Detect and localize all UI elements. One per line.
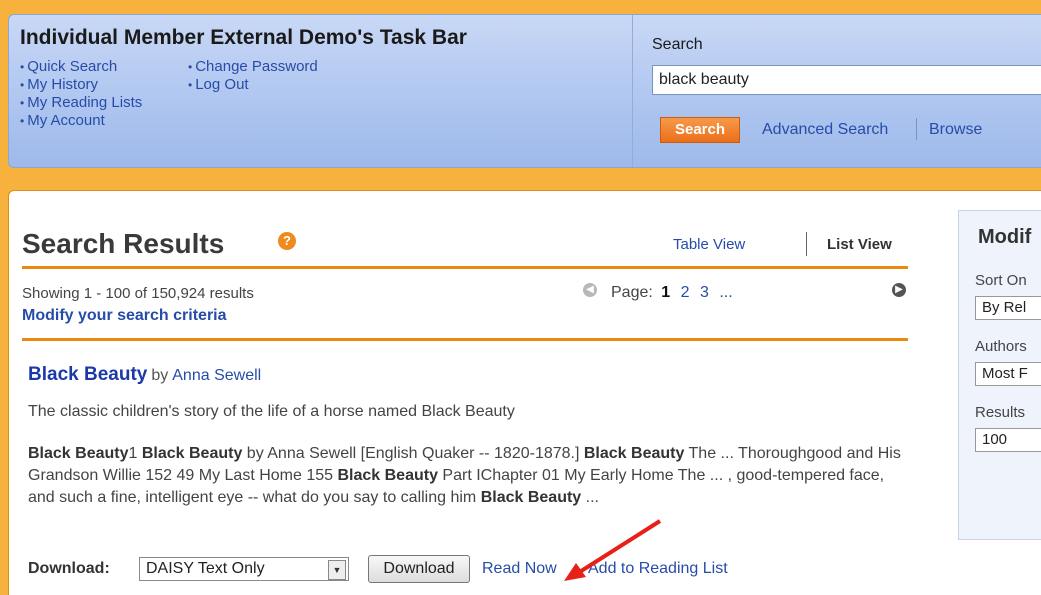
sort-label: Sort On [975, 272, 1027, 289]
result-excerpt: Black Beauty1 Black Beauty by Anna Sewel… [28, 443, 912, 509]
results-per-page-label: Results [975, 404, 1026, 421]
excerpt-highlight: Black Beauty [583, 445, 685, 462]
divider [22, 338, 908, 341]
page-label: Page: [611, 284, 653, 301]
page-link-2[interactable]: 2 [681, 284, 690, 301]
annotation-arrow-icon [564, 519, 662, 581]
result-title-link[interactable]: Black Beauty [28, 364, 147, 385]
list-view-label: List View [827, 236, 892, 253]
task-bar-divider [632, 15, 633, 167]
sort-select[interactable]: By Rel [975, 296, 1041, 320]
excerpt-highlight: Black Beauty [28, 445, 129, 462]
task-bar-left-links: • Quick Search • My History • My Reading Li… [20, 58, 142, 130]
excerpt-text: by Anna Sewell [English Quaker -- 1820-1… [242, 445, 584, 462]
search-input[interactable] [652, 65, 1041, 95]
advanced-search-link[interactable]: Advanced Search [762, 121, 888, 139]
excerpt-highlight: Black Beauty [337, 467, 438, 484]
divider [22, 266, 908, 269]
download-format-select[interactable]: DAISY Text Only ▼ [139, 557, 349, 581]
excerpt-highlight: Black Beauty [480, 489, 582, 506]
my-reading-lists-link[interactable]: • My Reading Lists [20, 94, 142, 112]
result-heading: Black Beauty by Anna Sewell [28, 364, 261, 386]
by-label: by [151, 367, 169, 384]
view-separator [806, 232, 807, 256]
bullet-icon: • [20, 60, 25, 74]
my-history-link[interactable]: • My History [20, 76, 142, 94]
my-account-link[interactable]: • My Account [20, 112, 142, 130]
current-page: 1 [661, 284, 671, 301]
page-title: Search Results [22, 228, 225, 259]
read-now-link[interactable]: Read Now [482, 560, 557, 578]
excerpt-text: ... [581, 489, 599, 506]
download-button[interactable]: Download [368, 555, 470, 583]
pagination: Page: 1 2 3 ... [611, 284, 739, 302]
author-link[interactable]: Anna Sewell [172, 367, 261, 384]
bullet-icon: • [188, 78, 193, 92]
result-description: The classic children's story of the life… [28, 403, 515, 420]
next-page-icon[interactable]: ▶ [892, 283, 906, 297]
sidebar-title: Modif [978, 226, 1032, 248]
task-bar-right-links: • Change Password • Log Out [188, 58, 318, 94]
link-separator [916, 118, 917, 140]
chevron-down-icon[interactable]: ▼ [328, 560, 346, 580]
browse-link[interactable]: Browse [929, 121, 982, 139]
bullet-icon: • [20, 78, 25, 92]
excerpt-text: 1 [128, 445, 142, 462]
results-count: Showing 1 - 100 of 150,924 results [22, 285, 254, 302]
previous-page-icon[interactable]: ◀ [583, 283, 597, 297]
page-link-3[interactable]: 3 [700, 284, 709, 301]
bullet-icon: • [20, 114, 25, 128]
help-icon[interactable]: ? [278, 232, 296, 250]
page-link-more[interactable]: ... [719, 284, 732, 301]
download-format-value: DAISY Text Only [146, 560, 265, 577]
task-bar-title: Individual Member External Demo's Task B… [20, 26, 467, 49]
change-password-link[interactable]: • Change Password [188, 58, 318, 76]
quick-search-link[interactable]: • Quick Search [20, 58, 142, 76]
modify-search-link[interactable]: Modify your search criteria [22, 307, 227, 325]
authors-label: Authors [975, 338, 1027, 355]
results-per-page-select[interactable]: 100 [975, 428, 1041, 452]
bullet-icon: • [188, 60, 193, 74]
table-view-link[interactable]: Table View [673, 236, 745, 253]
excerpt-highlight: Black Beauty [141, 445, 243, 462]
bullet-icon: • [20, 96, 25, 110]
download-label: Download: [28, 560, 110, 577]
search-label: Search [652, 36, 703, 53]
log-out-link[interactable]: • Log Out [188, 76, 318, 94]
search-button[interactable]: Search [660, 117, 740, 143]
authors-select[interactable]: Most F [975, 362, 1041, 386]
